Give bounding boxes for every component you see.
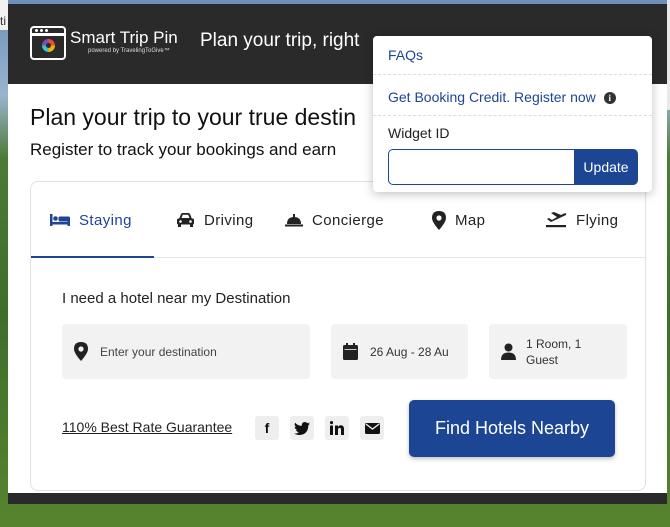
header-title: Plan your trip, right [200, 30, 360, 51]
tab-label: Staying [79, 211, 132, 229]
search-heading: I need a hotel near my Destination [62, 290, 291, 307]
bed-icon [50, 214, 70, 226]
tab-label: Concierge [312, 211, 384, 229]
guests-field[interactable]: 1 Room, 1 Guest [489, 324, 627, 379]
facebook-share-button[interactable]: f [255, 416, 279, 440]
linkedin-icon [330, 421, 344, 435]
dropdown-divider [373, 74, 652, 75]
update-button[interactable]: Update [574, 149, 638, 185]
email-share-button[interactable] [360, 416, 384, 440]
bell-icon [285, 214, 303, 227]
destination-field[interactable]: Enter your destination [62, 324, 310, 379]
search-card: Staying Driving Concierge Map Flying I n… [30, 181, 647, 491]
plane-icon [546, 212, 567, 228]
person-icon [501, 343, 516, 360]
extension-popup: Smart Trip Pin powered by TravelingToGiv… [8, 4, 667, 504]
background-browser-tab: ti [0, 0, 8, 30]
tab-label: Map [455, 211, 486, 229]
faqs-link[interactable]: FAQs [388, 47, 423, 63]
tab-label: Driving [204, 211, 254, 229]
map-pin-icon [432, 210, 446, 230]
tab-concierge[interactable]: Concierge [285, 182, 384, 258]
dropdown-divider [373, 115, 652, 116]
facebook-icon: f [264, 420, 270, 436]
twitter-icon [294, 421, 310, 435]
settings-dropdown: FAQs Get Booking Credit. Register now i W… [373, 36, 652, 192]
guests-value: 1 Room, 1 Guest [526, 336, 582, 367]
tab-flying[interactable]: Flying [546, 182, 618, 258]
car-icon [177, 213, 194, 227]
twitter-share-button[interactable] [290, 416, 314, 440]
brand-name: Smart Trip Pin [70, 28, 178, 47]
active-tab-indicator [31, 256, 154, 258]
tab-staying[interactable]: Staying [50, 182, 132, 258]
calendar-icon [343, 343, 358, 360]
footer-bar [8, 493, 667, 504]
date-range-field[interactable]: 26 Aug - 28 Au [331, 324, 468, 379]
linkedin-share-button[interactable] [325, 416, 349, 440]
booking-credit-label: Get Booking Credit. Register now [388, 89, 596, 105]
booking-credit-link[interactable]: Get Booking Credit. Register now i [388, 89, 616, 105]
widget-id-input[interactable] [388, 149, 575, 185]
logo-icon [30, 26, 66, 60]
rate-guarantee-link[interactable]: 110% Best Rate Guarantee [62, 419, 232, 435]
date-range-value: 26 Aug - 28 Au [370, 344, 449, 359]
email-icon [364, 422, 380, 434]
tab-bar: Staying Driving Concierge Map Flying [31, 182, 647, 258]
brand-tagline: powered by TravelingToGive™ [88, 48, 170, 54]
location-pin-icon [74, 342, 88, 361]
info-icon: i [603, 92, 616, 104]
page-subtitle: Register to track your bookings and earn [30, 140, 337, 159]
page-title: Plan your trip to your true destin [30, 104, 356, 130]
tab-driving[interactable]: Driving [176, 182, 253, 258]
widget-id-label: Widget ID [388, 125, 450, 141]
tab-map[interactable]: Map [432, 182, 485, 258]
destination-placeholder: Enter your destination [100, 344, 217, 359]
tab-label: Flying [576, 211, 619, 229]
find-hotels-button[interactable]: Find Hotels Nearby [409, 400, 615, 457]
